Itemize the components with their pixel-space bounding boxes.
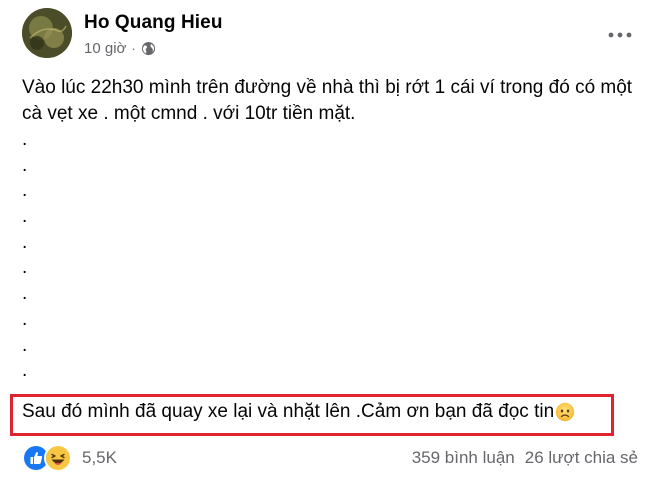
dot-line: .: [22, 257, 28, 279]
globe-icon[interactable]: [141, 41, 156, 56]
dot-line: .: [22, 206, 28, 228]
post-timestamp[interactable]: 10 giờ: [84, 40, 126, 57]
dot-line: .: [22, 308, 28, 330]
author-name[interactable]: Ho Quang Hieu: [84, 12, 223, 34]
haha-icon: [44, 444, 72, 472]
comments-count[interactable]: 359 bình luận: [412, 448, 515, 468]
post-footer: 5,5K 359 bình luận 26 lượt chia sẻ: [22, 444, 638, 472]
dot-line: .: [22, 180, 28, 202]
engagement-stats: 359 bình luận 26 lượt chia sẻ: [412, 448, 638, 468]
highlighted-text: Sau đó mình đã quay xe lại và nhặt lên .…: [22, 401, 555, 422]
highlighted-sentence: Sau đó mình đã quay xe lại và nhặt lên .…: [22, 401, 575, 423]
dot-line: .: [22, 154, 28, 176]
post-options-button[interactable]: [602, 22, 638, 46]
more-horizontal-icon: [608, 25, 632, 43]
author-avatar[interactable]: [22, 8, 72, 58]
post-meta: 10 giờ ·: [84, 40, 156, 57]
reactions-summary[interactable]: 5,5K: [22, 444, 117, 472]
dot-lines: . . . . . . . . . .: [22, 127, 642, 384]
post-body: Vào lúc 22h30 mình trên đường về nhà thì…: [22, 75, 642, 384]
dot-line: .: [22, 360, 28, 382]
dot-line: .: [22, 283, 28, 305]
shares-count[interactable]: 26 lượt chia sẻ: [525, 448, 638, 468]
sad-face-emoji: [555, 402, 575, 422]
dot-line: .: [22, 231, 28, 253]
dot-line: .: [22, 334, 28, 356]
dot-line: .: [22, 129, 28, 150]
post-paragraph: Vào lúc 22h30 mình trên đường về nhà thì…: [22, 77, 633, 124]
meta-separator: ·: [131, 41, 136, 56]
reaction-count[interactable]: 5,5K: [82, 448, 117, 468]
